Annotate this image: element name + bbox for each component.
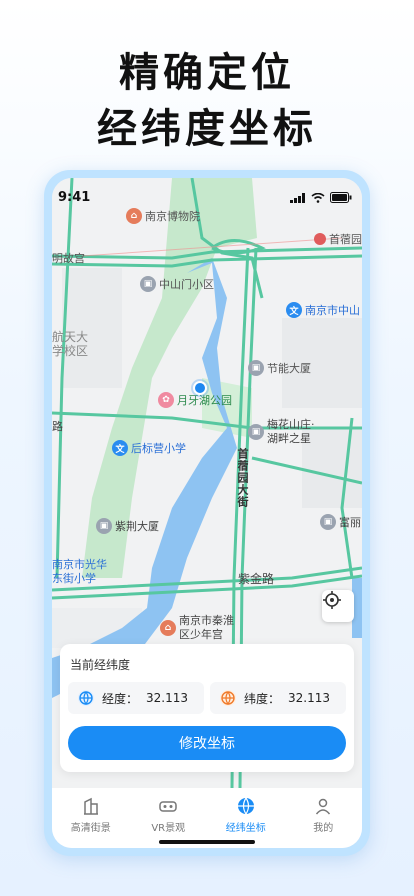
locate-button[interactable]: [322, 590, 354, 622]
poi-houbiaoying[interactable]: 文 后标营小学: [112, 440, 186, 456]
home-indicator: [159, 840, 255, 844]
school-icon: 文: [112, 440, 128, 456]
poi-label: 南京博物院: [145, 210, 200, 223]
poi-gugong[interactable]: 明故宫: [52, 250, 85, 266]
poi-label: 梅花山庄· 湖畔之星: [267, 418, 315, 445]
battery-icon: [330, 192, 352, 203]
tab-label: 经纬坐标: [225, 823, 266, 834]
tab-label: VR景观: [151, 823, 186, 834]
phone-screen: ⌂ 南京博物院 首蓿园 明故宫 ▣ 中山门小区 文 南京市中山 航天大 学校区: [52, 178, 362, 848]
school-icon: 文: [286, 302, 302, 318]
globe-icon: [237, 797, 254, 816]
latitude-label: 纬度：: [244, 691, 281, 706]
poi-shouxiao[interactable]: 首蓿园: [314, 231, 362, 247]
poi-fuli[interactable]: ▣ 富丽: [320, 514, 361, 530]
building-icon: [83, 797, 98, 815]
poi-label: 首蓿园: [329, 233, 362, 246]
coordinate-card: 当前经纬度 经度： 32.113 纬度： 32.113 修改坐标: [60, 644, 354, 772]
poi-label: 富丽: [339, 516, 361, 529]
street-label-shouxiao: 首蓿园大街: [236, 448, 249, 508]
phone-frame: ⌂ 南京博物院 首蓿园 明故宫 ▣ 中山门小区 文 南京市中山 航天大 学校区: [44, 170, 370, 856]
crosshair-icon: [323, 591, 341, 609]
landmark-icon: ⌂: [126, 208, 142, 224]
poi-label: 月牙湖公园: [177, 394, 232, 407]
modify-coordinate-button[interactable]: 修改坐标: [68, 726, 346, 760]
poi-label: 航天大 学校区: [52, 330, 89, 358]
poi-hangtian[interactable]: 航天大 学校区: [52, 330, 88, 358]
poi-label: 明故宫: [52, 252, 85, 265]
longitude-field: 经度： 32.113: [68, 682, 204, 714]
poi-museum[interactable]: ⌂ 南京博物院: [126, 208, 200, 224]
tab-bar: 高清街景 VR景观 经纬坐标 我的: [52, 788, 362, 848]
poi-label: 紫金路: [238, 572, 275, 586]
poi-label: 南京市光华 东街小学: [52, 558, 107, 585]
current-location-marker: [193, 381, 207, 395]
person-icon: [316, 798, 331, 815]
poi-yueyahu[interactable]: ✿ 月牙湖公园: [158, 392, 232, 408]
tab-label: 高清街景: [70, 823, 111, 834]
card-title: 当前经纬度: [70, 658, 131, 672]
poi-qinhuai[interactable]: ⌂ 南京市秦淮 区少年宫: [160, 614, 234, 642]
poi-meihua[interactable]: ▣ 梅花山庄· 湖畔之星: [248, 418, 315, 446]
building-icon: ▣: [248, 424, 264, 440]
tab-street-view[interactable]: 高清街景: [56, 796, 126, 848]
headline-line-1: 精确定位: [119, 50, 295, 96]
landmark-icon: [314, 233, 326, 245]
vr-icon: [159, 801, 177, 812]
status-bar: 9:41: [52, 188, 362, 208]
longitude-value: 32.113: [146, 691, 189, 705]
headline-line-2: 经纬度坐标: [97, 106, 317, 152]
poi-label: 紫荆大厦: [115, 520, 159, 533]
latitude-field: 纬度： 32.113: [210, 682, 346, 714]
building-icon: ▣: [320, 514, 336, 530]
poi-label: 中山门小区: [159, 278, 214, 291]
poi-label: 路: [52, 420, 63, 433]
building-icon: ▣: [248, 360, 264, 376]
poi-label: 节能大厦: [267, 362, 311, 375]
poi-label: 后标营小学: [131, 442, 186, 455]
poi-guanghua[interactable]: 南京市光华 东街小学: [52, 558, 107, 586]
poi-label: 南京市中山: [305, 304, 360, 317]
status-icons: [290, 192, 352, 203]
poi-school-zhongshan[interactable]: 文 南京市中山: [286, 302, 360, 318]
globe-icon: [220, 690, 236, 706]
poi-zijing[interactable]: ▣ 紫荆大厦: [96, 518, 159, 534]
signal-icon: [290, 192, 305, 203]
poi-zhongshanmen[interactable]: ▣ 中山门小区: [140, 276, 214, 292]
building-icon: ▣: [140, 276, 156, 292]
globe-icon: [78, 690, 94, 706]
poi-label: 南京市秦淮 区少年宫: [179, 614, 234, 641]
latitude-value: 32.113: [288, 691, 331, 705]
tab-profile[interactable]: 我的: [288, 796, 358, 848]
status-time: 9:41: [58, 190, 91, 205]
poi-jieneng[interactable]: ▣ 节能大厦: [248, 360, 311, 376]
poi-zijinlu: 紫金路: [238, 570, 274, 587]
longitude-label: 经度：: [102, 691, 139, 706]
wifi-icon: [311, 192, 325, 203]
poi-road-left: 路: [52, 418, 63, 434]
landmark-icon: ⌂: [160, 620, 176, 636]
building-icon: ▣: [96, 518, 112, 534]
tab-label: 我的: [313, 823, 334, 834]
park-icon: ✿: [158, 392, 174, 408]
